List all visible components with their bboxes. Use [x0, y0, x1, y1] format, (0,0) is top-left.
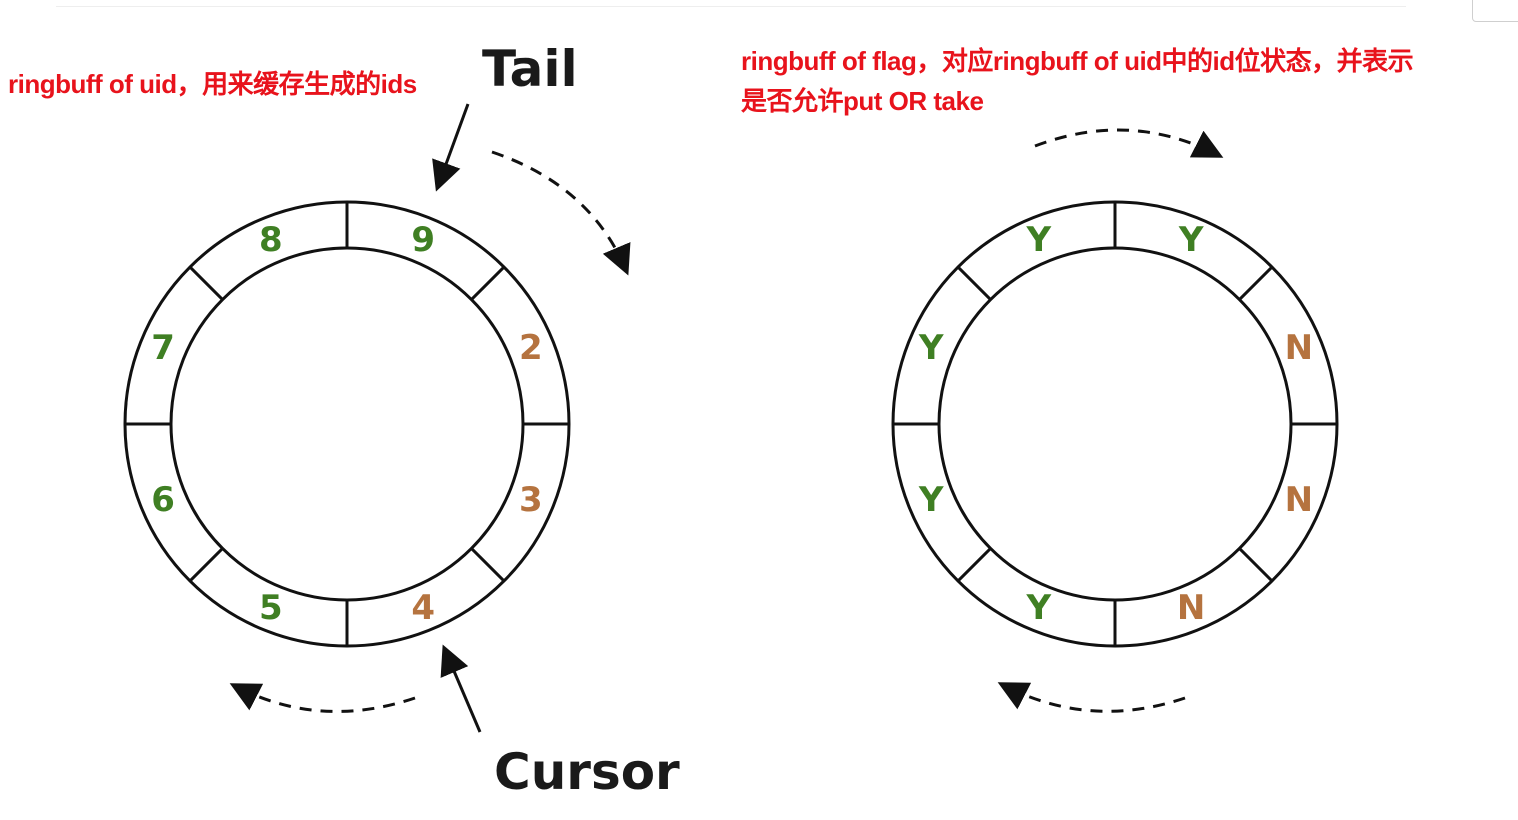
- flag-divider: [1238, 265, 1274, 301]
- flag-slot-value: N: [1177, 588, 1205, 628]
- uid-divider: [470, 547, 506, 583]
- flag-ring-inner: [937, 246, 1293, 602]
- flag-slot-value: N: [1285, 480, 1313, 520]
- uid-slot-value: 6: [151, 480, 175, 520]
- uid-ring-inner: [169, 246, 525, 602]
- tail-label: Tail: [482, 40, 578, 98]
- uid-slot-value: 2: [519, 328, 543, 368]
- flag-ring-dividers: [893, 202, 1337, 646]
- flag-divider: [956, 547, 992, 583]
- flag-slot-value: Y: [1178, 220, 1204, 260]
- uid-slot-value: 8: [259, 220, 283, 260]
- tail-pointer-arrow: [432, 103, 470, 192]
- uid-slot-value: 9: [411, 220, 435, 260]
- flag-divider: [1238, 547, 1274, 583]
- flag-ring: Y N N N Y Y Y Y: [891, 200, 1339, 648]
- uid-slot-value: 4: [411, 588, 435, 628]
- uid-clockwise-arrow: [491, 150, 631, 276]
- uid-divider: [470, 265, 506, 301]
- diagram-canvas: 9 2 3 4 5 6 7 8 Y N N N Y Y Y Y ringbuff of uid，用来缓存生成…: [0, 0, 1518, 820]
- cursor-pointer-arrow: [440, 644, 482, 733]
- flag-ring-annotation-line-2: 是否允许put OR take: [741, 86, 984, 116]
- uid-ring-annotation: ringbuff of uid，用来缓存生成的ids: [8, 69, 417, 99]
- cursor-label: Cursor: [494, 743, 680, 801]
- flag-ring-values: Y N N N Y Y Y Y: [918, 220, 1313, 628]
- uid-ring-dividers: [125, 202, 569, 646]
- flag-slot-value: N: [1285, 328, 1313, 368]
- uid-slot-value: 5: [259, 588, 283, 628]
- flag-lower-arrow: [997, 682, 1186, 713]
- uid-lower-arrow: [229, 683, 416, 713]
- uid-slot-value: 3: [519, 480, 543, 520]
- ring-buffer-diagram: 9 2 3 4 5 6 7 8 Y N N N Y Y Y Y: [123, 103, 1339, 733]
- uid-divider: [188, 265, 224, 301]
- uid-slot-value: 7: [151, 328, 175, 368]
- flag-slot-value: Y: [1026, 588, 1052, 628]
- flag-slot-value: Y: [1026, 220, 1052, 260]
- flag-slot-value: Y: [918, 480, 944, 520]
- flag-divider: [956, 265, 992, 301]
- uid-ring-values: 9 2 3 4 5 6 7 8: [151, 220, 542, 628]
- flag-upper-arrow: [1034, 128, 1224, 158]
- flag-slot-value: Y: [918, 328, 944, 368]
- flag-ring-annotation: ringbuff of flag，对应ringbuff of uid中的id位状…: [741, 41, 1414, 121]
- uid-divider: [188, 547, 224, 583]
- flag-ring-annotation-line-1: ringbuff of flag，对应ringbuff of uid中的id位状…: [741, 46, 1414, 76]
- uid-ring: 9 2 3 4 5 6 7 8: [123, 200, 571, 648]
